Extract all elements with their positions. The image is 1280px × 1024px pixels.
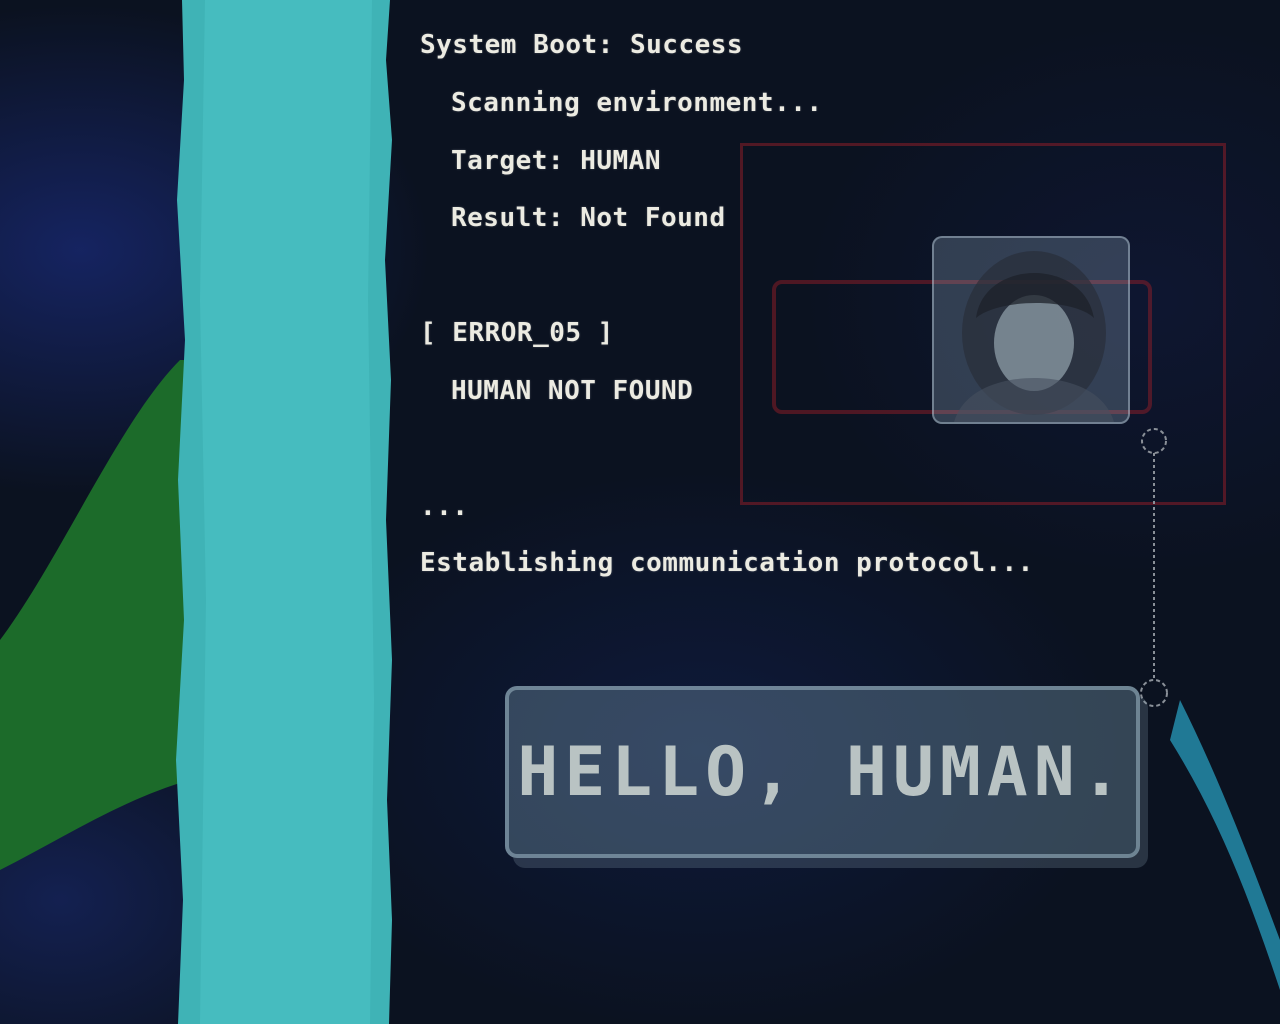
log-line-establishing: Establishing communication protocol... <box>420 548 1034 578</box>
log-line-result: Result: Not Found <box>451 203 726 233</box>
log-line-ellipsis: ... <box>420 492 469 522</box>
terminal-log: System Boot: Success Scanning environmen… <box>0 0 1280 1024</box>
log-line-boot: System Boot: Success <box>420 30 744 60</box>
game-scene: System Boot: Success Scanning environmen… <box>0 0 1280 1024</box>
log-line-error-message: HUMAN NOT FOUND <box>451 376 694 406</box>
dialog-panel[interactable]: HELLO, HUMAN. <box>505 686 1140 858</box>
log-line-target: Target: HUMAN <box>451 146 661 176</box>
log-line-error-code: [ ERROR_05 ] <box>420 318 614 348</box>
log-line-scanning: Scanning environment... <box>451 88 823 118</box>
dialog-greeting: HELLO, HUMAN. <box>517 732 1128 812</box>
